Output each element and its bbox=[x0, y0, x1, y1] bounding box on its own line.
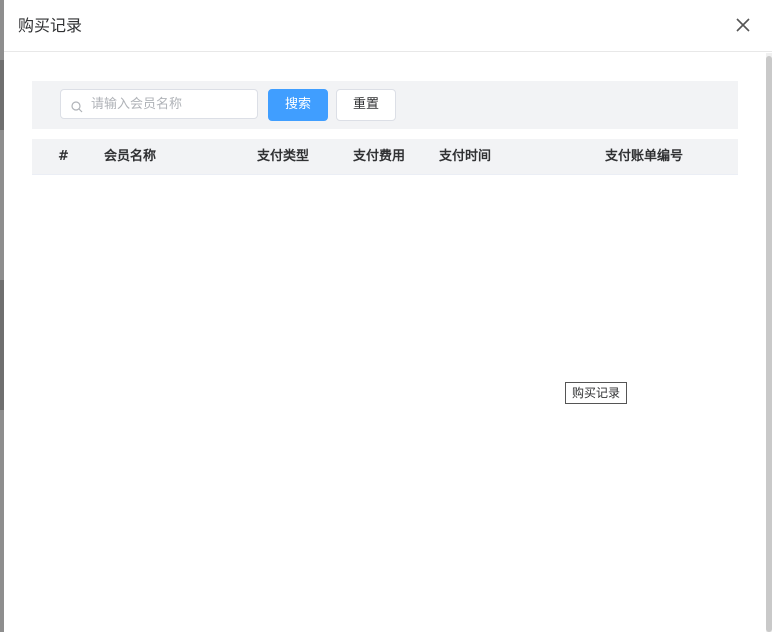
member-name-input[interactable] bbox=[91, 90, 251, 118]
search-toolbar: 搜索 重置 bbox=[32, 81, 738, 129]
search-field[interactable] bbox=[60, 89, 258, 119]
table-header: # 会员名称 支付类型 支付费用 支付时间 支付账单编号 bbox=[32, 139, 738, 175]
scrollbar-thumb[interactable] bbox=[766, 56, 772, 632]
column-header-payment-time: 支付时间 bbox=[439, 149, 492, 164]
dialog-header: 购买记录 bbox=[4, 0, 772, 52]
column-header-payment-type: 支付类型 bbox=[257, 149, 310, 164]
column-header-index: # bbox=[58, 149, 69, 164]
dialog-title: 购买记录 bbox=[18, 16, 83, 35]
column-header-payment-amount: 支付费用 bbox=[353, 149, 406, 164]
column-header-member-name: 会员名称 bbox=[104, 149, 157, 164]
purchase-records-dialog: 购买记录 搜索 重置 # 会员名称 支付类型 支付费用 支付时间 支付账单编号 bbox=[4, 0, 772, 632]
search-button[interactable]: 搜索 bbox=[268, 89, 328, 121]
search-icon bbox=[71, 98, 83, 113]
close-icon[interactable] bbox=[734, 16, 752, 34]
reset-button[interactable]: 重置 bbox=[336, 89, 396, 121]
tooltip: 购买记录 bbox=[565, 382, 627, 404]
column-header-bill-number: 支付账单编号 bbox=[605, 149, 684, 164]
